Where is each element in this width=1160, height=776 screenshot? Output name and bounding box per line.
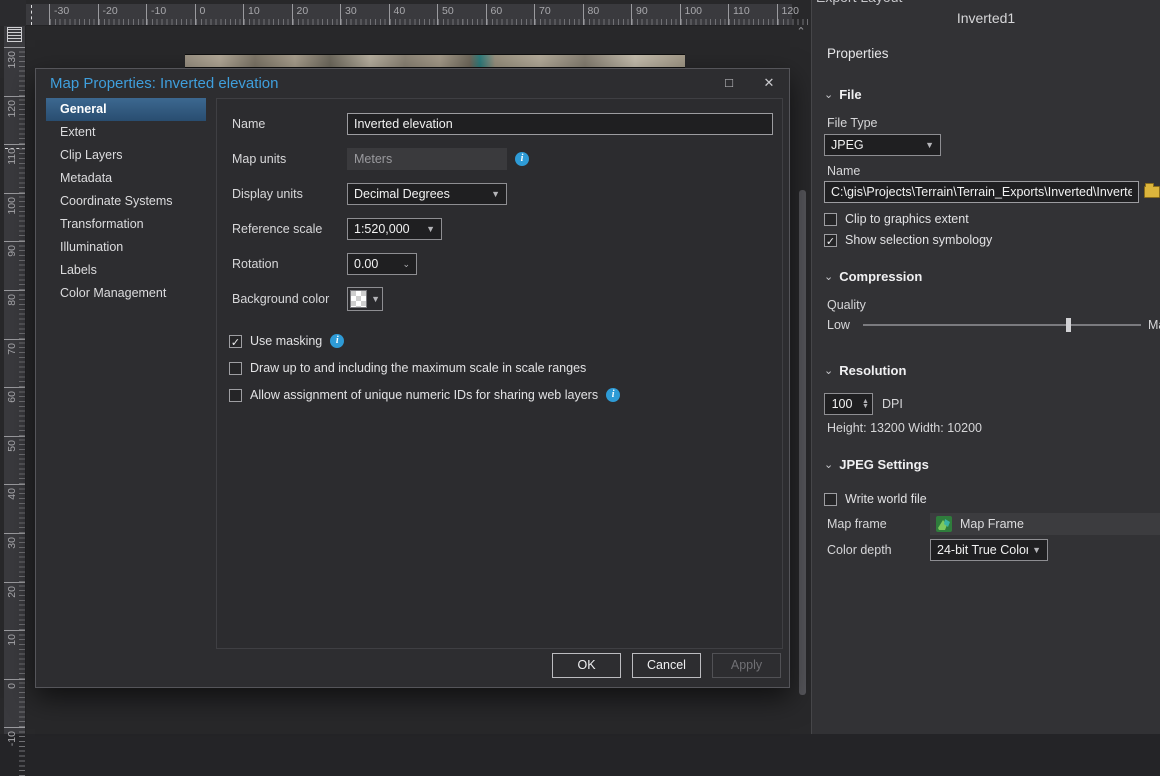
file-type-label: File Type (827, 116, 1160, 130)
layout-name: Inverted1 (812, 10, 1160, 26)
map-units-input (347, 148, 507, 170)
write-world-file-row[interactable]: Write world file (824, 492, 1160, 506)
chevron-down-icon: ⌄ (824, 461, 833, 469)
cancel-button[interactable]: Cancel (632, 653, 701, 678)
use-masking-info-icon[interactable]: i (330, 334, 344, 348)
dialog-title: Map Properties: Inverted elevation (50, 75, 709, 92)
use-masking-checkbox[interactable] (229, 335, 242, 348)
map-name-input[interactable] (347, 113, 773, 135)
dpi-row: 100 ▲▼ DPI (824, 393, 1160, 415)
display-units-label: Display units (232, 187, 347, 201)
dialog-sidebar: General Extent Clip Layers Metadata Coor… (46, 98, 206, 641)
resolution-section-header[interactable]: ⌄ Resolution (824, 363, 1160, 378)
file-path-input[interactable] (824, 181, 1139, 203)
file-name-label: Name (827, 164, 1160, 178)
chevron-down-icon: ▼ (925, 140, 934, 150)
quality-slider[interactable] (863, 317, 1141, 333)
quality-max-label: Max (1148, 318, 1160, 332)
sidebar-item-clip-layers[interactable]: Clip Layers (46, 144, 206, 167)
draw-max-scale-checkbox[interactable] (229, 362, 242, 375)
rotation-label: Rotation (232, 257, 347, 271)
sidebar-item-color-management[interactable]: Color Management (46, 282, 206, 305)
chevron-down-icon: ▼ (371, 294, 380, 304)
dialog-content-panel: Name Map units i Display units Decimal D… (216, 98, 783, 649)
layout-page-terrain-strip (185, 54, 685, 68)
map-frame-row: Map frame Map Frame (824, 513, 1160, 535)
scroll-up-icon[interactable]: ⌃ (792, 24, 810, 40)
map-units-label: Map units (232, 152, 347, 166)
chevron-down-icon: ⌄ (824, 91, 833, 99)
unique-ids-info-icon[interactable]: i (606, 388, 620, 402)
chevron-down-icon: ⌄ (824, 273, 833, 281)
browse-folder-icon[interactable] (1144, 186, 1160, 198)
horizontal-ruler: -30-20-100102030405060708090100110120 (26, 4, 792, 26)
dialog-titlebar[interactable]: Map Properties: Inverted elevation □ ✕ (36, 69, 789, 97)
sidebar-item-labels[interactable]: Labels (46, 259, 206, 282)
spinner-arrows-icon[interactable]: ▲▼ (859, 399, 872, 409)
clip-graphics-checkbox[interactable] (824, 213, 837, 226)
dpi-spinner[interactable]: 100 ▲▼ (824, 393, 873, 415)
export-pane: Export Layout Inverted1 Properties ⌄ Fil… (811, 0, 1160, 734)
quality-slider-row: Low Max (824, 317, 1160, 333)
chevron-down-icon: ▼ (491, 189, 500, 199)
chevron-down-icon: ▼ (1032, 545, 1041, 555)
color-depth-dropdown[interactable]: 24-bit True Color ▼ (930, 539, 1048, 561)
chevron-down-icon: ⌄ (824, 367, 833, 375)
reference-scale-combo[interactable]: 1:520,000 ▼ (347, 218, 442, 240)
selection-symbology-checkbox[interactable] (824, 234, 837, 247)
chevron-down-icon: ⌄ (402, 259, 410, 270)
file-path-row (824, 181, 1160, 203)
selection-symbology-row[interactable]: Show selection symbology (824, 233, 1160, 247)
vertical-ruler: 1301201101009080706050403020100-10 (4, 26, 26, 734)
rotation-combo[interactable]: 0.00 ⌄ (347, 253, 417, 275)
transparent-color-swatch (350, 290, 367, 308)
color-depth-label: Color depth (827, 543, 930, 557)
file-type-dropdown[interactable]: JPEG ▼ (824, 134, 941, 156)
slider-handle[interactable] (1066, 318, 1071, 332)
map-frame-dropdown[interactable]: Map Frame (930, 513, 1160, 535)
dialog-footer: OK Cancel Apply (36, 643, 789, 687)
ruler-origin-marker (7, 27, 22, 42)
export-dimensions-text: Height: 13200 Width: 10200 (827, 421, 1160, 435)
background-color-picker[interactable]: ▼ (347, 287, 383, 311)
quality-label: Quality (827, 298, 1160, 312)
unique-ids-checkbox[interactable] (229, 389, 242, 402)
compression-section-header[interactable]: ⌄ Compression (824, 269, 1160, 284)
background-color-label: Background color (232, 292, 347, 306)
chevron-down-icon: ▼ (426, 224, 435, 234)
restore-window-icon[interactable]: □ (709, 70, 749, 96)
sidebar-item-transformation[interactable]: Transformation (46, 213, 206, 236)
apply-button: Apply (712, 653, 781, 678)
dpi-label: DPI (882, 397, 903, 411)
unique-ids-row[interactable]: Allow assignment of unique numeric IDs f… (229, 388, 782, 402)
map-frame-icon (936, 516, 952, 532)
reference-scale-label: Reference scale (232, 222, 347, 236)
color-depth-row: Color depth 24-bit True Color ▼ (824, 539, 1160, 561)
file-section-header[interactable]: ⌄ File (824, 87, 1160, 102)
draw-max-scale-row[interactable]: Draw up to and including the maximum sca… (229, 361, 782, 375)
properties-heading: Properties (827, 46, 1160, 61)
sidebar-item-metadata[interactable]: Metadata (46, 167, 206, 190)
quality-low-label: Low (827, 318, 850, 332)
sidebar-item-coordinate-systems[interactable]: Coordinate Systems (46, 190, 206, 213)
map-frame-label: Map frame (827, 517, 930, 531)
map-properties-dialog: Map Properties: Inverted elevation □ ✕ G… (35, 68, 790, 688)
sidebar-item-general[interactable]: General (46, 98, 206, 121)
vertical-scrollbar-thumb[interactable] (799, 190, 806, 695)
display-units-dropdown[interactable]: Decimal Degrees ▼ (347, 183, 507, 205)
slider-track[interactable] (863, 324, 1141, 326)
write-world-file-checkbox[interactable] (824, 493, 837, 506)
ok-button[interactable]: OK (552, 653, 621, 678)
clip-graphics-row[interactable]: Clip to graphics extent (824, 212, 1160, 226)
pane-header-clipped: Export Layout (812, 0, 1160, 8)
jpeg-settings-section-header[interactable]: ⌄ JPEG Settings (824, 457, 1160, 472)
name-label: Name (232, 117, 347, 131)
map-units-info-icon[interactable]: i (515, 152, 529, 166)
use-masking-row[interactable]: Use masking i (229, 334, 782, 348)
sidebar-item-illumination[interactable]: Illumination (46, 236, 206, 259)
ruler-corner-box (0, 0, 26, 26)
sidebar-item-extent[interactable]: Extent (46, 121, 206, 144)
close-icon[interactable]: ✕ (749, 70, 789, 96)
